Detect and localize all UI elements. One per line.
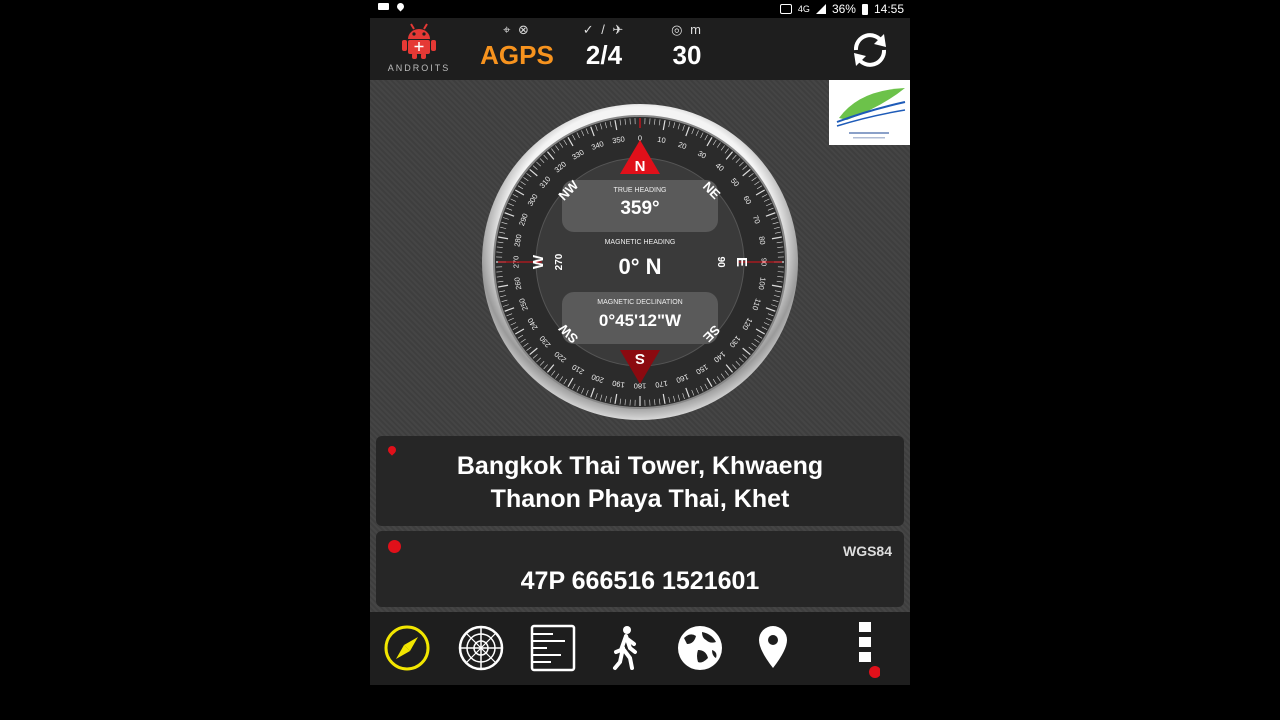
pin-icon (759, 626, 787, 668)
battery-icon (861, 3, 868, 15)
coordinates-card[interactable]: WGS84 47P 666516 1521601 (376, 531, 904, 607)
nfc-icon (779, 4, 792, 14)
cardinal-e: E (733, 257, 750, 267)
android-robot-icon (402, 23, 436, 59)
coordinates-value: 47P 666516 1521601 (520, 567, 760, 595)
network-label: 4G (797, 4, 810, 14)
nav-globe-button[interactable] (674, 622, 726, 674)
magnetic-declination-value: 0°45'12"W (599, 311, 682, 330)
magnetic-heading-label: MAGNETIC HEADING (605, 239, 676, 246)
location-address: Bangkok Thai Tower, Khwaeng Thanon Phaya… (376, 450, 904, 516)
globe-icon (678, 626, 722, 670)
true-heading-label: TRUE HEADING (614, 187, 667, 194)
more-icon (859, 622, 881, 678)
app-logo-text: ANDROITS (387, 63, 451, 73)
phone-screen: 4G 36% 14:55 ANDROITS ⌖ ⊗ AGPS ✓ / ✈ 2/4… (370, 0, 910, 685)
ruler-icon (530, 624, 576, 672)
satellites-stat: ✓ / ✈ 2/4 (566, 20, 642, 70)
true-heading-value: 359° (620, 198, 659, 219)
refresh-button[interactable] (848, 28, 892, 72)
fix-mode-stat: ⌖ ⊗ AGPS (475, 20, 559, 70)
compass-degree-number: 80 (757, 236, 767, 246)
clock: 14:55 (873, 2, 904, 16)
datum-label: WGS84 (842, 543, 892, 559)
nav-ruler-button[interactable] (527, 622, 579, 674)
location-card[interactable]: Bangkok Thai Tower, Khwaeng Thanon Phaya… (376, 436, 904, 526)
cardinal-s: S (635, 350, 645, 367)
walker-icon (613, 626, 637, 670)
satellites-value: 2/4 (585, 40, 623, 70)
bottom-nav (370, 612, 910, 685)
magnetic-declination-label: MAGNETIC DECLINATION (597, 299, 682, 306)
location-line-1: Bangkok Thai Tower, Khwaeng (456, 452, 824, 480)
globe-small-icon (388, 540, 401, 553)
main-area: 0 10 20 30 40 50 60 70 80 90 100 110 120 130 140 150 160… (370, 80, 910, 612)
satellite-icon: ✓ / ✈ (582, 22, 626, 37)
side-label-west: 270 (554, 253, 565, 270)
nav-compass-button[interactable] (381, 622, 433, 674)
side-label-east: 90 (715, 256, 726, 268)
accuracy-value: 30 (672, 40, 702, 70)
compass-degree-number: 10 (657, 135, 667, 145)
radar-icon (458, 625, 504, 671)
partner-logo-image (836, 88, 906, 139)
cardinal-w: W (530, 254, 547, 269)
nav-more-button[interactable] (850, 622, 881, 678)
top-bar: ANDROITS ⌖ ⊗ AGPS ✓ / ✈ 2/4 ◎ m 30 (370, 18, 910, 80)
compass-dial[interactable]: 0 10 2030405060708090100110120130140150160… (480, 102, 800, 422)
accuracy-stat: ◎ m 30 (652, 20, 722, 70)
signal-icon (815, 4, 826, 14)
fix-mode-value: AGPS (480, 40, 554, 70)
app-logo[interactable]: ANDROITS (384, 22, 454, 78)
nav-radar-button[interactable] (455, 622, 507, 674)
battery-percent: 36% (831, 2, 856, 16)
target-icon: ◎ (671, 22, 685, 37)
compass-icon (384, 625, 430, 671)
crosshair-icon: ⌖ ⊗ (503, 22, 531, 37)
cardinal-n: N (635, 158, 646, 175)
partner-logo[interactable] (829, 80, 910, 145)
nav-walk-button[interactable] (600, 622, 652, 674)
refresh-icon (854, 33, 886, 67)
video-icon (378, 3, 389, 10)
nav-pin-button[interactable] (747, 622, 799, 674)
accuracy-unit: m (690, 22, 703, 37)
location-status-icon (395, 1, 406, 12)
magnetic-heading-value: 0° N (618, 254, 661, 279)
status-bar: 4G 36% 14:55 (370, 0, 910, 18)
location-line-2: Thanon Phaya Thai, Khet (490, 485, 790, 513)
